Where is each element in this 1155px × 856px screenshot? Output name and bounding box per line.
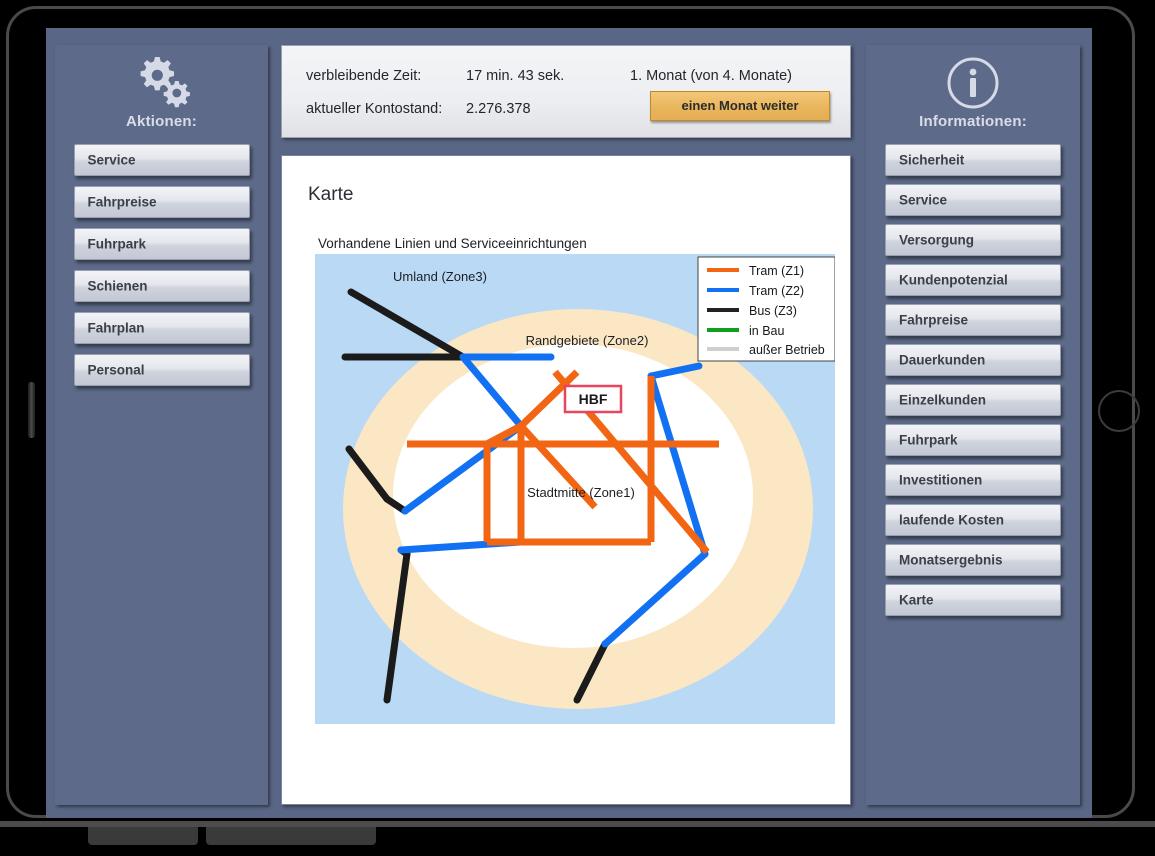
sidebar-item-personal[interactable]: Personal	[73, 354, 250, 386]
status-bar: verbleibende Zeit: 17 min. 43 sek. aktue…	[281, 45, 851, 138]
sidebar-item-fuhrpark[interactable]: Fuhrpark	[73, 228, 250, 260]
content-card: Karte Vorhandene Linien und Serviceeinri…	[281, 155, 851, 805]
sidebar-item-label: Sicherheit	[899, 152, 965, 168]
legend-label-ausser-betrieb: außer Betrieb	[749, 343, 825, 357]
sidebar-item-fuhrpark[interactable]: Fuhrpark	[885, 424, 1061, 456]
map-legend: Tram (Z1) Tram (Z2) Bus (Z3) in Bau auße…	[697, 256, 835, 362]
sidebar-item-sicherheit[interactable]: Sicherheit	[885, 144, 1061, 176]
remaining-time-value: 17 min. 43 sek.	[466, 68, 565, 84]
gears-icon	[55, 55, 268, 111]
legend-label-bus-z3: Bus (Z3)	[749, 304, 797, 318]
sidebar-item-label: Fuhrpark	[899, 432, 958, 448]
sidebar-item-label: Schienen	[87, 278, 148, 294]
next-month-button[interactable]: einen Monat weiter	[650, 91, 830, 121]
map-subtitle: Vorhandene Linien und Serviceeinrichtung…	[318, 236, 587, 251]
application-window: Aktionen: Service Fahrpreise Fuhrpark Sc…	[46, 28, 1092, 818]
balance-value: 2.276.378	[466, 101, 531, 117]
sidebar-item-label: Service	[899, 192, 948, 208]
sidebar-item-label: Karte	[899, 592, 934, 608]
sidebar-item-fahrplan[interactable]: Fahrplan	[73, 312, 250, 344]
sidebar-item-label: laufende Kosten	[899, 512, 1005, 528]
sidebar-item-kundenpotenzial[interactable]: Kundenpotenzial	[885, 264, 1061, 296]
sidebar-item-label: Service	[87, 152, 136, 168]
network-map[interactable]: HBF Umland (Zone3) Randgebiete (Zone2) S…	[315, 254, 835, 724]
right-sidebar-title: Informationen:	[919, 113, 1027, 130]
sidebar-item-label: Investitionen	[899, 472, 983, 488]
power-button[interactable]	[28, 382, 35, 438]
left-sidebar: Aktionen: Service Fahrpreise Fuhrpark Sc…	[55, 45, 268, 805]
sidebar-item-service[interactable]: Service	[73, 144, 250, 176]
tablet-device: Aktionen: Service Fahrpreise Fuhrpark Sc…	[0, 0, 1155, 856]
page-title: Karte	[308, 184, 354, 205]
sidebar-item-schienen[interactable]: Schienen	[73, 270, 250, 302]
legend-label-tram-z1: Tram (Z1)	[749, 264, 804, 278]
sidebar-item-einzelkunden[interactable]: Einzelkunden	[885, 384, 1061, 416]
sidebar-item-label: Fahrplan	[87, 320, 145, 336]
device-foot-left	[88, 827, 198, 845]
legend-label-in-bau: in Bau	[749, 324, 784, 338]
sidebar-item-label: Monatsergebnis	[899, 552, 1003, 568]
device-foot-right	[206, 827, 376, 845]
sidebar-item-label: Personal	[87, 362, 145, 378]
sidebar-item-karte[interactable]: Karte	[885, 584, 1061, 616]
zone1-label: Stadtmitte (Zone1)	[527, 485, 635, 500]
sidebar-item-label: Dauerkunden	[899, 352, 986, 368]
hbf-station: HBF	[563, 384, 623, 414]
zone3-label: Umland (Zone3)	[393, 269, 487, 284]
sidebar-item-service[interactable]: Service	[885, 184, 1061, 216]
balance-label: aktueller Kontostand:	[306, 101, 443, 117]
left-sidebar-title: Aktionen:	[126, 113, 197, 130]
sidebar-item-label: Fahrpreise	[899, 312, 969, 328]
home-button[interactable]	[1098, 390, 1140, 432]
sidebar-item-fahrpreise[interactable]: Fahrpreise	[73, 186, 250, 218]
month-indicator: 1. Monat (von 4. Monate)	[630, 68, 792, 84]
sidebar-item-versorgung[interactable]: Versorgung	[885, 224, 1061, 256]
sidebar-item-fahrpreise[interactable]: Fahrpreise	[885, 304, 1061, 336]
hbf-label: HBF	[579, 391, 608, 407]
sidebar-item-label: Kundenpotenzial	[899, 272, 1008, 288]
remaining-time-label: verbleibende Zeit:	[306, 68, 422, 84]
zone2-label: Randgebiete (Zone2)	[526, 333, 649, 348]
sidebar-item-laufende-kosten[interactable]: laufende Kosten	[885, 504, 1061, 536]
sidebar-item-dauerkunden[interactable]: Dauerkunden	[885, 344, 1061, 376]
sidebar-item-investitionen[interactable]: Investitionen	[885, 464, 1061, 496]
info-icon	[866, 55, 1080, 111]
sidebar-item-label: Fahrpreise	[87, 194, 157, 210]
legend-label-tram-z2: Tram (Z2)	[749, 284, 804, 298]
sidebar-item-label: Versorgung	[899, 232, 975, 248]
right-sidebar: Informationen: Sicherheit Service Versor…	[866, 45, 1080, 805]
sidebar-item-monatsergebnis[interactable]: Monatsergebnis	[885, 544, 1061, 576]
sidebar-item-label: Einzelkunden	[899, 392, 987, 408]
sidebar-item-label: Fuhrpark	[87, 236, 147, 252]
